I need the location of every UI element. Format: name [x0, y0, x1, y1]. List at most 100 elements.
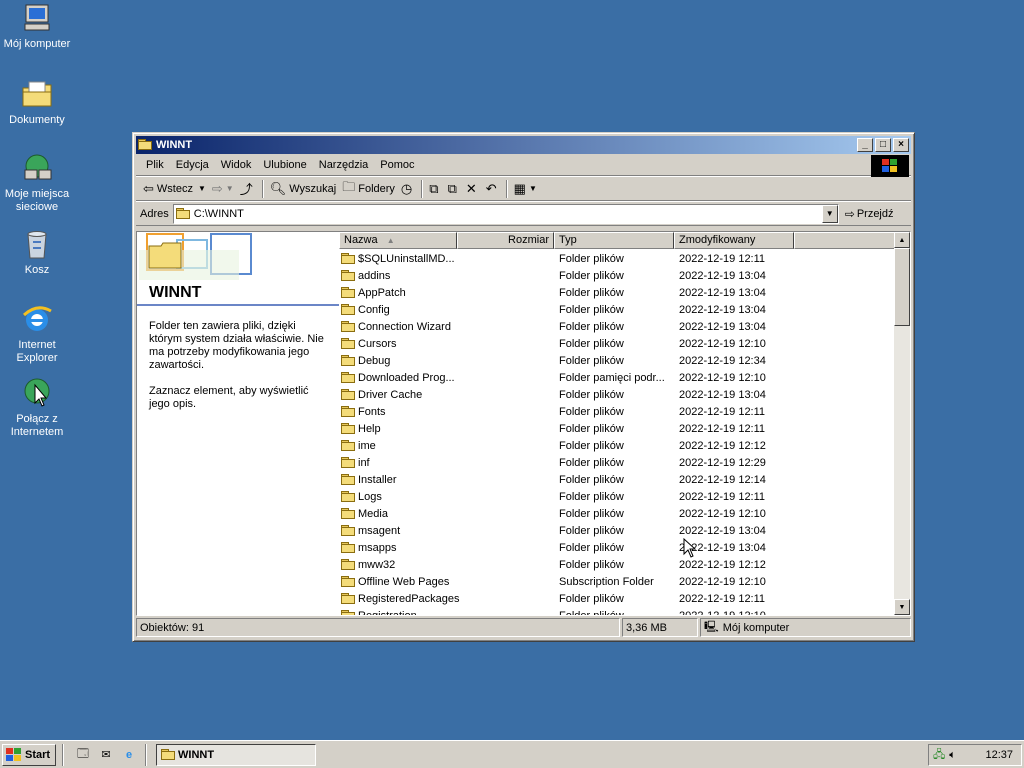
file-row[interactable]: Installer Folder plików 2022-12-19 12:14 [339, 471, 894, 488]
close-button[interactable]: × [893, 138, 909, 152]
show-desktop-icon[interactable]: 🗔 [73, 745, 93, 765]
start-button[interactable]: Start [2, 743, 56, 766]
file-type: Folder plików [559, 473, 624, 486]
minimize-button[interactable]: _ [857, 138, 873, 152]
folder-description-text: Folder ten zawiera pliki, dzięki którym … [149, 320, 324, 371]
file-name: Help [358, 422, 381, 435]
menu-widok[interactable]: Widok [215, 159, 258, 171]
documents-folder-icon [21, 78, 53, 110]
file-row[interactable]: Media Folder plików 2022-12-19 12:10 [339, 505, 894, 522]
vertical-scrollbar[interactable]: ▲ ▼ [894, 232, 910, 615]
file-type: Folder plików [559, 456, 624, 469]
chevron-down-icon: ▼ [197, 184, 206, 193]
file-row[interactable]: Offline Web Pages Subscription Folder 2022… [339, 573, 894, 590]
desktop-icon-recycle-bin[interactable]: Kosz [0, 228, 74, 277]
file-row[interactable]: Downloaded Prog... Folder pamięci podr...… [339, 369, 894, 386]
move-to-button[interactable]: ⧉ [426, 178, 444, 200]
file-row[interactable]: AppPatch Folder plików 2022-12-19 13:04 [339, 284, 894, 301]
address-dropdown-button[interactable]: ▼ [821, 204, 838, 223]
copy-to-button[interactable]: ⧉ [445, 178, 463, 200]
file-row[interactable]: Fonts Folder plików 2022-12-19 12:11 [339, 403, 894, 420]
search-button[interactable]: 🔍︎ Wyszukaj [267, 178, 339, 200]
go-button[interactable]: ⇨ Przejdź [845, 207, 894, 221]
file-row[interactable]: RegisteredPackages Folder plików 2022-12-1… [339, 590, 894, 607]
outlook-express-icon[interactable]: ✉ [96, 745, 116, 765]
desktop-icon-internet-explorer[interactable]: Internet Explorer [0, 303, 74, 365]
file-row[interactable]: Driver Cache Folder plików 2022-12-19 13:0… [339, 386, 894, 403]
file-row[interactable]: ime Folder plików 2022-12-19 12:12 [339, 437, 894, 454]
taskbar-window-button[interactable]: WINNT [156, 743, 316, 766]
file-row[interactable]: Help Folder plików 2022-12-19 12:11 [339, 420, 894, 437]
network-tray-icon[interactable]: 🖧 [933, 746, 945, 765]
folder-icon [341, 270, 355, 281]
column-header-modified[interactable]: Zmodyfikowany [674, 232, 794, 249]
desktop-icon-network-places[interactable]: Moje miejsca sieciowe [0, 152, 74, 214]
file-name: AppPatch [358, 286, 406, 299]
column-header-name[interactable]: Nazwa ▲ [339, 232, 457, 249]
file-modified: 2022-12-19 12:34 [679, 354, 766, 367]
file-type: Folder plików [559, 558, 624, 571]
back-button[interactable]: ⇦ Wstecz ▼ [140, 178, 209, 200]
column-header-size[interactable]: Rozmiar [457, 232, 554, 249]
file-row[interactable]: Cursors Folder plików 2022-12-19 12:10 [339, 335, 894, 352]
views-button[interactable]: ▦ ▼ [511, 178, 540, 200]
file-name-cell: $SQLUninstallMD... [339, 253, 557, 265]
window-titlebar[interactable]: WINNT _ □ × [136, 136, 911, 154]
file-row[interactable]: msapps Folder plików 2022-12-19 13:04 [339, 539, 894, 556]
volume-tray-icon[interactable]: 🔈︎ [949, 749, 956, 762]
windows-logo-icon [871, 155, 909, 177]
scroll-down-button[interactable]: ▼ [894, 599, 910, 615]
file-row[interactable]: Debug Folder plików 2022-12-19 12:34 [339, 352, 894, 369]
web-view-header: WINNT [137, 232, 339, 306]
menu-ulubione[interactable]: Ulubione [257, 159, 312, 171]
file-row[interactable]: inf Folder plików 2022-12-19 12:29 [339, 454, 894, 471]
file-modified: 2022-12-19 12:14 [679, 473, 766, 486]
file-row[interactable]: Logs Folder plików 2022-12-19 12:11 [339, 488, 894, 505]
folder-icon [341, 338, 355, 349]
scroll-up-button[interactable]: ▲ [894, 232, 910, 248]
maximize-button[interactable]: □ [875, 138, 891, 152]
file-modified: 2022-12-19 12:11 [679, 592, 766, 605]
folder-icon [341, 287, 355, 298]
clock[interactable]: 12:37 [985, 749, 1013, 761]
file-modified: 2022-12-19 12:12 [679, 439, 766, 452]
folder-icon [341, 525, 355, 536]
file-name-cell: Config [339, 304, 557, 316]
file-name-cell: msapps [339, 542, 557, 554]
file-row[interactable]: Registration Folder plików2022-12-19 12:1… [339, 607, 894, 615]
address-input[interactable]: C:\WINNT ▼ [172, 203, 839, 224]
menu-edycja[interactable]: Edycja [170, 159, 215, 171]
desktop-icon-my-computer[interactable]: Mój komputer [0, 2, 74, 51]
up-folder-icon: ⤴ [239, 182, 253, 197]
file-row[interactable]: $SQLUninstallMD... Folder plików 2022-12-1… [339, 250, 894, 267]
menu-narzedzia[interactable]: Narzędzia [313, 159, 375, 171]
my-computer-icon [21, 2, 53, 34]
search-label: Wyszukaj [289, 182, 337, 195]
file-row[interactable]: msagent Folder plików 2022-12-19 13:04 [339, 522, 894, 539]
scroll-thumb[interactable] [894, 248, 910, 326]
menu-pomoc[interactable]: Pomoc [374, 159, 420, 171]
status-location-label: Mój komputer [722, 621, 790, 634]
menu-plik[interactable]: Plik [140, 159, 170, 171]
file-modified: 2022-12-19 12:11 [679, 252, 766, 265]
up-folder-button[interactable]: ⤴ [237, 178, 259, 200]
file-name: Media [358, 507, 388, 520]
delete-button[interactable]: ✕ [463, 178, 483, 200]
desktop-icon-connect-internet[interactable]: Połącz z Internetem [0, 377, 74, 439]
folders-button[interactable]: 🗀 Foldery [339, 178, 398, 200]
system-tray: 🖧 🔈︎ 12:37 [928, 744, 1022, 766]
file-row[interactable]: Config Folder plików 2022-12-19 13:04 [339, 301, 894, 318]
folder-icon [341, 389, 355, 400]
file-name-cell: Media [339, 508, 557, 520]
file-row[interactable]: mww32 Folder plików 2022-12-19 12:12 [339, 556, 894, 573]
file-row[interactable]: Connection Wizard Folder plików 2022-12-19… [339, 318, 894, 335]
internet-explorer-quicklaunch-icon[interactable]: e [119, 745, 139, 765]
history-button[interactable]: ◷ [398, 178, 418, 200]
file-row[interactable]: addins Folder plików 2022-12-19 13:04 [339, 267, 894, 284]
forward-button[interactable]: ⇨ ▼ [209, 178, 237, 200]
desktop-icon-documents[interactable]: Dokumenty [0, 78, 74, 127]
taskbar-window-label: WINNT [178, 748, 215, 761]
undo-button[interactable]: ↶ [483, 178, 503, 200]
column-header-label: Typ [559, 234, 577, 246]
column-header-type[interactable]: Typ [554, 232, 674, 249]
